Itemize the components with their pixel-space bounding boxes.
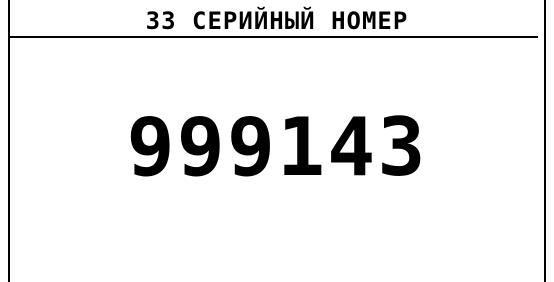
header-divider xyxy=(10,36,538,38)
serial-number-value: 999143 xyxy=(126,101,428,194)
screen-border-right xyxy=(544,0,546,282)
screen-title: 33 СЕРИЙНЫЙ НОМЕР xyxy=(145,7,409,35)
screen-header: 33 СЕРИЙНЫЙ НОМЕР xyxy=(10,0,544,40)
lcd-screen: 33 СЕРИЙНЫЙ НОМЕР 999143 xyxy=(0,0,554,282)
